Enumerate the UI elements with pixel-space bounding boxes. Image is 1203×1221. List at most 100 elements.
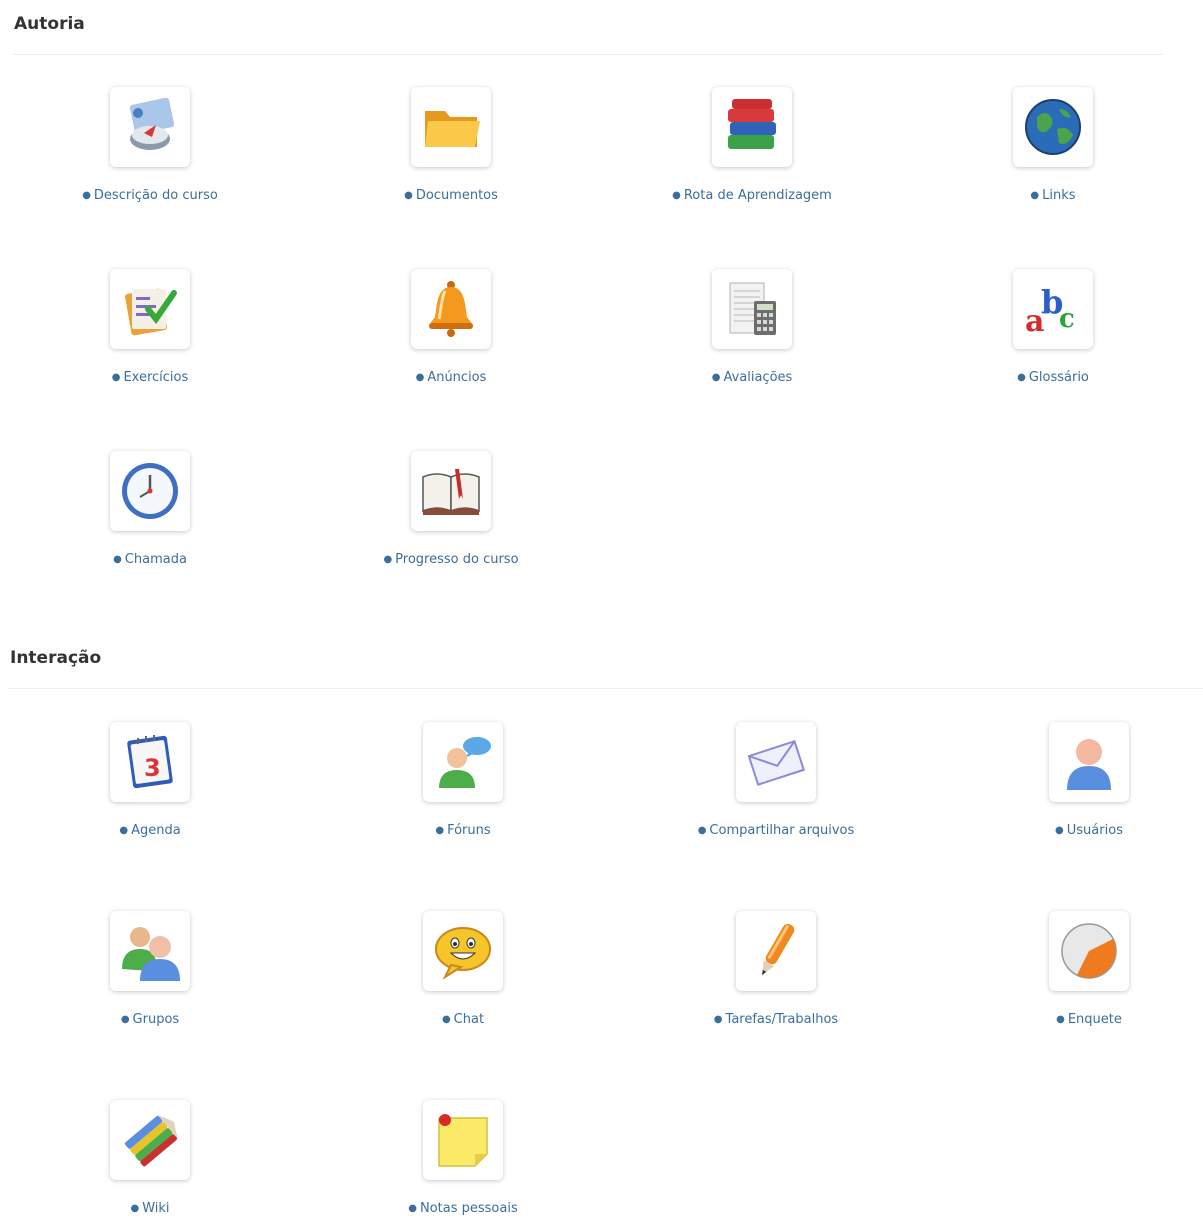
eye-icon: ● <box>697 825 707 836</box>
eye-icon: ● <box>130 1203 140 1214</box>
tool-label: Exercícios <box>123 370 189 385</box>
tool-label: Glossário <box>1028 370 1089 385</box>
eye-icon: ● <box>82 190 91 201</box>
tool-link[interactable]: ● Exercícios <box>112 370 189 385</box>
tool-link[interactable]: ● Glossário <box>1017 370 1089 385</box>
section-divider <box>8 688 1203 689</box>
eye-icon: ● <box>441 1014 451 1025</box>
tool-label: Enquete <box>1067 1012 1122 1027</box>
tool-label: Anúncios <box>427 370 487 385</box>
open-book-icon[interactable] <box>411 451 491 531</box>
tool-link[interactable]: ● Notas pessoais <box>408 1201 517 1216</box>
tool-link[interactable]: ● Enquete <box>1056 1012 1122 1027</box>
checklist-icon[interactable] <box>110 269 190 349</box>
tool-link[interactable]: ● Descrição do curso <box>82 188 218 203</box>
tool-label: Links <box>1042 188 1076 203</box>
sticky-note-icon[interactable] <box>423 1100 503 1180</box>
forum-icon[interactable] <box>423 722 503 802</box>
tool-links[interactable]: ● Links <box>903 87 1203 204</box>
tool-label: Documentos <box>415 188 498 203</box>
eye-icon: ● <box>111 372 121 383</box>
tool-avaliacoes[interactable]: ● Avaliações <box>602 269 902 386</box>
tool-link[interactable]: ● Anúncios <box>416 370 487 385</box>
eye-icon: ● <box>435 825 445 836</box>
course-description-icon[interactable] <box>110 87 190 167</box>
section-divider <box>12 54 1164 55</box>
tool-label: Tarefas/Trabalhos <box>725 1012 839 1027</box>
tool-label: Rota de Aprendizagem <box>683 188 832 203</box>
tool-link[interactable]: ● Chamada <box>113 552 187 567</box>
tool-label: Notas pessoais <box>419 1201 518 1216</box>
group-icon[interactable] <box>110 911 190 991</box>
eye-icon: ● <box>120 1014 130 1025</box>
calculator-icon[interactable] <box>712 269 792 349</box>
envelope-icon[interactable] <box>736 722 816 802</box>
tool-chamada[interactable]: ● Chamada <box>0 451 300 568</box>
eye-icon: ● <box>415 372 425 383</box>
tool-link[interactable]: ● Links <box>1030 188 1075 203</box>
abc-icon[interactable]: abc <box>1013 269 1093 349</box>
chat-icon[interactable] <box>423 911 503 991</box>
tool-enquete[interactable]: ● Enquete <box>939 911 1203 1028</box>
tool-link[interactable]: ● Compartilhar arquivos <box>698 823 855 838</box>
eye-icon: ● <box>1017 372 1026 383</box>
clock-icon[interactable] <box>110 451 190 531</box>
tool-label: Grupos <box>132 1012 180 1027</box>
tool-chat[interactable]: ● Chat <box>313 911 613 1028</box>
tool-descricao-do-curso[interactable]: ● Descrição do curso <box>0 87 300 204</box>
tool-tarefas-trabalhos[interactable]: ● Tarefas/Trabalhos <box>626 911 926 1028</box>
tool-link[interactable]: ● Documentos <box>404 188 498 203</box>
tool-agenda[interactable]: 3 ● Agenda <box>0 722 300 839</box>
tool-link[interactable]: ● Avaliações <box>712 370 793 385</box>
section-title-autoria: Autoria <box>14 14 85 34</box>
poll-icon[interactable] <box>1049 911 1129 991</box>
eye-icon: ● <box>1056 1014 1065 1025</box>
tool-rota-de-aprendizagem[interactable]: ● Rota de Aprendizagem <box>602 87 902 204</box>
globe-icon[interactable] <box>1013 87 1093 167</box>
tool-compartilhar-arquivos[interactable]: ● Compartilhar arquivos <box>626 722 926 839</box>
tool-notas-pessoais[interactable]: ● Notas pessoais <box>313 1100 613 1217</box>
svg-text:c: c <box>1059 304 1075 334</box>
tool-progresso-do-curso[interactable]: ● Progresso do curso <box>301 451 601 568</box>
pencils-icon[interactable] <box>110 1100 190 1180</box>
eye-icon: ● <box>672 190 681 201</box>
books-icon[interactable] <box>712 87 792 167</box>
tool-link[interactable]: ● Fóruns <box>435 823 490 838</box>
tool-label: Chat <box>453 1012 485 1027</box>
tool-wiki[interactable]: ● Wiki <box>0 1100 300 1217</box>
svg-text:3: 3 <box>144 754 161 782</box>
tool-label: Fóruns <box>447 823 491 838</box>
tool-label: Progresso do curso <box>395 552 519 567</box>
tool-label: Wiki <box>142 1201 170 1216</box>
folder-icon[interactable] <box>411 87 491 167</box>
eye-icon: ● <box>383 554 393 565</box>
tool-label: Descrição do curso <box>93 188 218 203</box>
eye-icon: ● <box>713 1014 723 1025</box>
eye-icon: ● <box>113 554 122 565</box>
tool-label: Chamada <box>124 552 187 567</box>
tool-link[interactable]: ● Chat <box>442 1012 484 1027</box>
tool-link[interactable]: ● Agenda <box>119 823 180 838</box>
bell-icon[interactable] <box>411 269 491 349</box>
eye-icon: ● <box>119 825 129 836</box>
tool-label: Usuários <box>1066 823 1123 838</box>
tool-exercicios[interactable]: ● Exercícios <box>0 269 300 386</box>
tool-grupos[interactable]: ● Grupos <box>0 911 300 1028</box>
tool-link[interactable]: ● Grupos <box>121 1012 179 1027</box>
tool-foruns[interactable]: ● Fóruns <box>313 722 613 839</box>
tool-link[interactable]: ● Rota de Aprendizagem <box>672 188 832 203</box>
tool-usuarios[interactable]: ● Usuários <box>939 722 1203 839</box>
tool-label: Compartilhar arquivos <box>709 823 855 838</box>
tool-link[interactable]: ● Tarefas/Trabalhos <box>714 1012 838 1027</box>
tool-label: Avaliações <box>723 370 793 385</box>
user-icon[interactable] <box>1049 722 1129 802</box>
eye-icon: ● <box>408 1203 417 1214</box>
tool-anuncios[interactable]: ● Anúncios <box>301 269 601 386</box>
tool-link[interactable]: ● Wiki <box>130 1201 169 1216</box>
tool-link[interactable]: ● Progresso do curso <box>383 552 518 567</box>
pen-icon[interactable] <box>736 911 816 991</box>
tool-documentos[interactable]: ● Documentos <box>301 87 601 204</box>
calendar-icon[interactable]: 3 <box>110 722 190 802</box>
tool-link[interactable]: ● Usuários <box>1055 823 1123 838</box>
tool-glossario[interactable]: abc ● Glossário <box>903 269 1203 386</box>
